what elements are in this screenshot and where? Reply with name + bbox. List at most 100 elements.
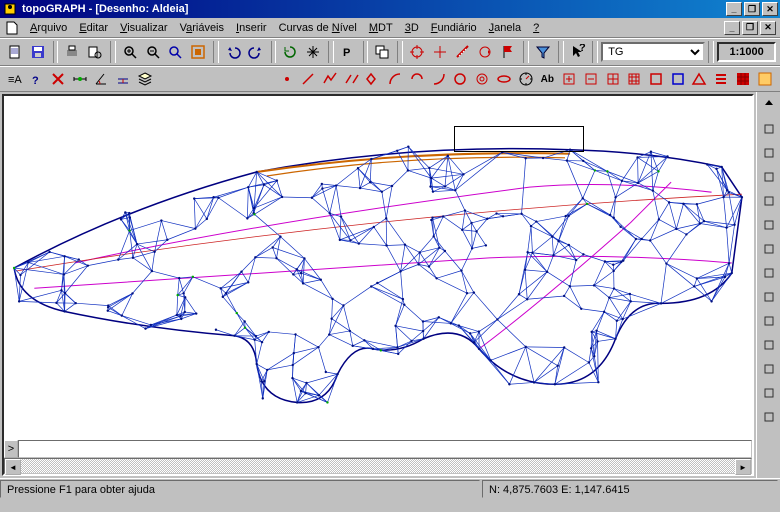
snap-end-icon[interactable] [758,118,780,140]
snap-tan-icon[interactable] [758,214,780,236]
snap-node-icon[interactable] [758,166,780,188]
selection-rectangle [454,126,584,152]
snap-ortho-icon[interactable] [758,358,780,380]
compass-icon[interactable] [515,68,536,90]
triangle-icon[interactable] [689,68,710,90]
command-line: > [4,440,752,458]
grid-red-icon[interactable] [602,68,623,90]
text-icon[interactable]: Ab [537,68,558,90]
maximize-button[interactable]: ❐ [744,2,760,16]
redo-icon[interactable] [245,41,267,63]
add-box-icon[interactable] [559,68,580,90]
crosshair-icon[interactable] [429,41,451,63]
status-coordinates: N: 4,875.7603 E: 1,147.6415 [482,480,778,498]
snap-none-icon[interactable] [758,334,780,356]
filter-icon[interactable] [532,41,554,63]
status-help: Pressione F1 para obter ajuda [0,480,480,498]
menu-curvasdenvel[interactable]: Curvas de Nível [273,20,363,36]
measure-icon[interactable] [452,41,474,63]
zoom-extents-icon[interactable] [187,41,209,63]
paragraph-icon[interactable]: P [337,41,359,63]
menu-bar: ArquivoEditarVisualizarVariáveisInserirC… [0,18,780,38]
box-red-icon[interactable] [646,68,667,90]
arc3-icon[interactable] [428,68,449,90]
text-tool-icon[interactable]: ≡A [4,68,25,90]
menu-arquivo[interactable]: Arquivo [24,20,73,36]
mdi-minimize-button[interactable]: _ [724,21,740,35]
close-button[interactable]: ✕ [762,2,778,16]
print-icon[interactable] [61,41,83,63]
snap-perp-icon[interactable] [758,190,780,212]
menu-3d[interactable]: 3D [399,20,425,36]
title-bar: topoGRAPH - [Desenho: Aldeia] _ ❐ ✕ [0,0,780,18]
ellipse-icon[interactable] [493,68,514,90]
print-preview-icon[interactable] [84,41,106,63]
snap-polar-icon[interactable] [758,382,780,404]
mdi-maximize-button[interactable]: ❐ [742,21,758,35]
menu-visualizar[interactable]: Visualizar [114,20,174,36]
grid2-icon[interactable] [624,68,645,90]
menu-mdt[interactable]: MDT [363,20,399,36]
scroll-track[interactable] [21,459,735,473]
menu-editar[interactable]: Editar [73,20,114,36]
menu-inserir[interactable]: Inserir [230,20,273,36]
mdi-close-button[interactable]: ✕ [760,21,776,35]
circle-icon[interactable] [450,68,471,90]
zoom-out-icon[interactable] [142,41,164,63]
copy-icon[interactable] [371,41,393,63]
command-input[interactable] [18,440,752,458]
document-icon[interactable] [4,41,26,63]
arc2-icon[interactable] [407,68,428,90]
rotate-icon[interactable] [475,41,497,63]
toolbar-main: P? TG 1:1000 [0,38,780,66]
box-blue-icon[interactable] [667,68,688,90]
point-icon[interactable] [276,68,297,90]
pan-up-icon[interactable] [758,94,780,116]
drawing-canvas[interactable] [4,96,752,440]
snap-center-icon[interactable] [758,262,780,284]
layer-select[interactable]: TG [601,42,705,62]
scroll-right-button[interactable]: ► [735,459,751,475]
fill-icon[interactable] [754,68,775,90]
vertical-toolbar [756,92,780,478]
snap-off-icon[interactable] [758,406,780,428]
target-icon[interactable] [406,41,428,63]
menu-[interactable]: ? [527,20,545,36]
undo-icon[interactable] [222,41,244,63]
pan-icon[interactable] [302,41,324,63]
svg-text:P: P [343,47,350,59]
menu-fundirio[interactable]: Fundiário [425,20,483,36]
menu-variveis[interactable]: Variáveis [174,20,230,36]
refresh-icon[interactable] [279,41,301,63]
query-icon[interactable]: ? [26,68,47,90]
snap-grid-icon[interactable] [758,310,780,332]
close-line-icon[interactable] [363,68,384,90]
circle2-icon[interactable] [472,68,493,90]
layers-icon[interactable] [134,68,155,90]
break-line-icon[interactable] [341,68,362,90]
flag-icon[interactable] [497,41,519,63]
snap-nearest-icon[interactable] [758,286,780,308]
window-title: topoGRAPH - [Desenho: Aldeia] [22,3,188,15]
line-icon[interactable] [298,68,319,90]
mesh-icon[interactable] [733,68,754,90]
snap-mid-icon[interactable] [758,142,780,164]
angle-icon[interactable] [91,68,112,90]
menu-janela[interactable]: Janela [483,20,527,36]
scale-display[interactable]: 1:1000 [717,42,776,62]
horizontal-scrollbar[interactable]: ◄ ► [4,458,752,474]
dimension-icon[interactable] [69,68,90,90]
snap-int-icon[interactable] [758,238,780,260]
arc-icon[interactable] [385,68,406,90]
help-pointer-icon[interactable]: ? [567,41,589,63]
save-icon[interactable] [27,41,49,63]
zoom-window-icon[interactable] [165,41,187,63]
delete-icon[interactable] [47,68,68,90]
scroll-left-button[interactable]: ◄ [5,459,21,475]
offset-icon[interactable] [113,68,134,90]
remove-box-icon[interactable] [580,68,601,90]
bars-icon[interactable] [711,68,732,90]
zoom-in-icon[interactable] [119,41,141,63]
minimize-button[interactable]: _ [726,2,742,16]
polyline-icon[interactable] [320,68,341,90]
